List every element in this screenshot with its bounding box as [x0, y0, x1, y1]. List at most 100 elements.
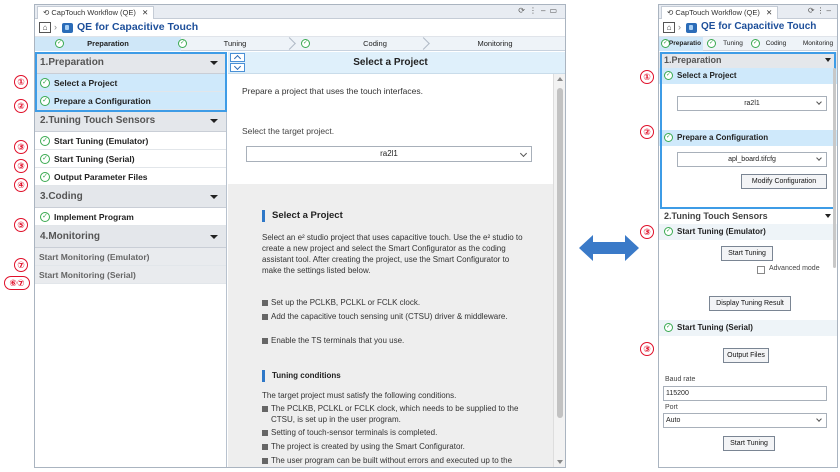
more-icon[interactable]: ⋮	[529, 6, 541, 15]
chevron-down-icon[interactable]	[825, 214, 831, 218]
tuning-emulator-area: Start Tuning Advanced mode Display Tunin…	[659, 240, 837, 320]
port-select[interactable]: Auto	[663, 413, 827, 428]
maximize-icon[interactable]: ▭	[549, 6, 561, 15]
right-panel-body: 1.Preparation ✓ Select a Project ra2l1 ✓ P…	[659, 52, 837, 467]
scrollbar[interactable]	[832, 68, 837, 467]
qe-touch-icon	[62, 23, 73, 33]
step-label: Preparation	[87, 39, 129, 48]
chevron-down-icon[interactable]	[210, 195, 218, 199]
home-icon[interactable]: ⌂	[39, 22, 51, 33]
marker-3: ③	[14, 159, 28, 173]
sidebar-item-monitor-emulator[interactable]: Start Monitoring (Emulator)	[35, 248, 226, 266]
chevron-down-icon[interactable]	[210, 235, 218, 239]
scroll-thumb[interactable]	[557, 88, 563, 418]
sidebar-item-select-project[interactable]: ✓ Select a Project	[35, 74, 226, 92]
chevron-down-icon[interactable]	[210, 119, 218, 123]
sidebar-item-tuning-emulator[interactable]: ✓ Start Tuning (Emulator)	[35, 132, 226, 150]
step-label: Coding	[765, 40, 787, 47]
home-icon[interactable]: ⌂	[663, 22, 675, 33]
sidebar-item-tuning-serial[interactable]: ✓ Start Tuning (Serial)	[35, 150, 226, 168]
tuning-bullet: The project is created by using the Smar…	[262, 442, 524, 453]
sidebar-item-prepare-config[interactable]: ✓ Prepare a Configuration	[35, 92, 226, 110]
modify-configuration-button[interactable]: Modify Configuration	[741, 174, 827, 189]
sidebar-section-preparation[interactable]: 1.Preparation	[659, 52, 837, 68]
marker-2: ②	[14, 99, 28, 113]
breadcrumb: ⌂ › QE for Capacitive Touch	[659, 19, 837, 37]
minimize-icon[interactable]: –	[827, 6, 833, 15]
help-bullet: Add the capacitive touch sensing unit (C…	[262, 312, 524, 323]
marker-4: ④	[14, 178, 28, 192]
start-tuning-button[interactable]: Start Tuning	[721, 246, 773, 261]
window-tab-label: CapTouch Workflow (QE)	[675, 8, 760, 17]
step-coding[interactable]: Coding	[761, 37, 791, 51]
start-tuning-emulator-header[interactable]: ✓ Start Tuning (Emulator)	[659, 224, 837, 240]
sidebar-item-monitor-serial[interactable]: Start Monitoring (Serial)	[35, 266, 226, 284]
sidebar-section-preparation[interactable]: 1.Preparation	[35, 52, 226, 74]
chevron-down-icon	[816, 155, 822, 161]
qe-touch-icon	[686, 23, 697, 33]
tuning-title: Tuning conditions	[262, 370, 341, 382]
check-circle-icon: ✓	[664, 227, 673, 236]
sidebar-item-label: Implement Program	[54, 212, 134, 222]
step-label: Preparatio	[668, 40, 702, 47]
project-select-value: ra2l1	[380, 149, 398, 158]
target-project-label: Select the target project.	[242, 126, 335, 136]
window-tab-label: CapTouch Workflow (QE)	[51, 8, 136, 17]
chevron-down-icon[interactable]	[210, 61, 218, 65]
help-bullet: Set up the PCLKB, PCLKL or FCLK clock.	[262, 298, 524, 309]
breadcrumb: ⌂ › QE for Capacitive Touch	[35, 19, 565, 37]
step-label: Monitoring	[477, 39, 513, 48]
advanced-mode-checkbox[interactable]	[757, 266, 765, 274]
step-label: Coding	[363, 39, 387, 48]
sync-icon[interactable]: ⟳	[808, 6, 817, 15]
captouch-icon: ⟲	[667, 8, 674, 17]
sidebar-section-monitoring[interactable]: 4.Monitoring	[35, 226, 226, 248]
close-icon[interactable]: ✕	[766, 8, 772, 17]
help-title: Select a Project	[262, 210, 343, 222]
marker-1: ①	[14, 75, 28, 89]
scrollbar[interactable]	[553, 74, 565, 467]
step-tuning[interactable]: Tuning	[717, 37, 749, 51]
workflow-steps: Preparation ✓ ✓ Tuning ✓ Coding Monitori…	[35, 37, 565, 51]
prepare-config-header[interactable]: ✓ Prepare a Configuration	[659, 130, 837, 146]
display-tuning-result-button[interactable]: Display Tuning Result	[709, 296, 791, 311]
scroll-down-icon[interactable]	[557, 460, 563, 464]
check-circle-icon: ✓	[664, 323, 673, 332]
step-tuning[interactable]: Tuning	[190, 37, 280, 51]
sync-icon[interactable]: ⟳	[518, 6, 529, 15]
step-monitoring[interactable]: Monitoring	[430, 37, 560, 51]
window-tab[interactable]: ⟲ CapTouch Workflow (QE) ✕	[37, 6, 155, 19]
project-select[interactable]: ra2l1	[246, 146, 532, 162]
close-icon[interactable]: ✕	[142, 8, 148, 17]
sidebar-item-output-params[interactable]: ✓ Output Parameter Files	[35, 168, 226, 186]
start-tuning-serial-header[interactable]: ✓ Start Tuning (Serial)	[659, 320, 837, 336]
step-chevron	[419, 37, 427, 51]
sidebar-item-implement[interactable]: ✓ Implement Program	[35, 208, 226, 226]
check-circle-icon: ✓	[661, 39, 670, 48]
chevron-right-icon: ›	[678, 22, 681, 32]
sidebar-section-tuning[interactable]: 2.Tuning Touch Sensors	[35, 110, 226, 132]
start-tuning-serial-button[interactable]: Start Tuning	[723, 436, 775, 451]
chevron-down-icon	[816, 99, 822, 105]
port-select-value: Auto	[666, 417, 681, 424]
main-panel: Select a Project Prepare a project that …	[228, 52, 565, 467]
scroll-up-icon[interactable]	[557, 77, 563, 81]
check-circle-icon: ✓	[40, 172, 50, 182]
step-monitoring[interactable]: Monitoring	[797, 37, 837, 51]
output-files-button[interactable]: Output Files	[723, 348, 769, 363]
project-select[interactable]: ra2l1	[677, 96, 827, 111]
sidebar-section-coding[interactable]: 3.Coding	[35, 186, 226, 208]
sidebar-item-label: Start Tuning (Emulator)	[54, 136, 149, 146]
chevron-down-icon[interactable]	[825, 58, 831, 62]
more-icon[interactable]: ⋮	[817, 6, 827, 15]
config-select[interactable]: apl_board.tifcfg	[677, 152, 827, 167]
marker-1: ①	[640, 70, 654, 84]
chevron-right-icon: ›	[54, 22, 57, 32]
scroll-thumb[interactable]	[833, 68, 836, 268]
advanced-mode-label: Advanced mode	[769, 265, 820, 272]
baud-rate-input[interactable]: 115200	[663, 386, 827, 401]
window-tab[interactable]: ⟲ CapTouch Workflow (QE) ✕	[661, 6, 779, 19]
sidebar-section-tuning[interactable]: 2.Tuning Touch Sensors	[659, 208, 837, 224]
select-project-header[interactable]: ✓ Select a Project	[659, 68, 837, 84]
check-circle-icon: ✓	[40, 78, 50, 88]
